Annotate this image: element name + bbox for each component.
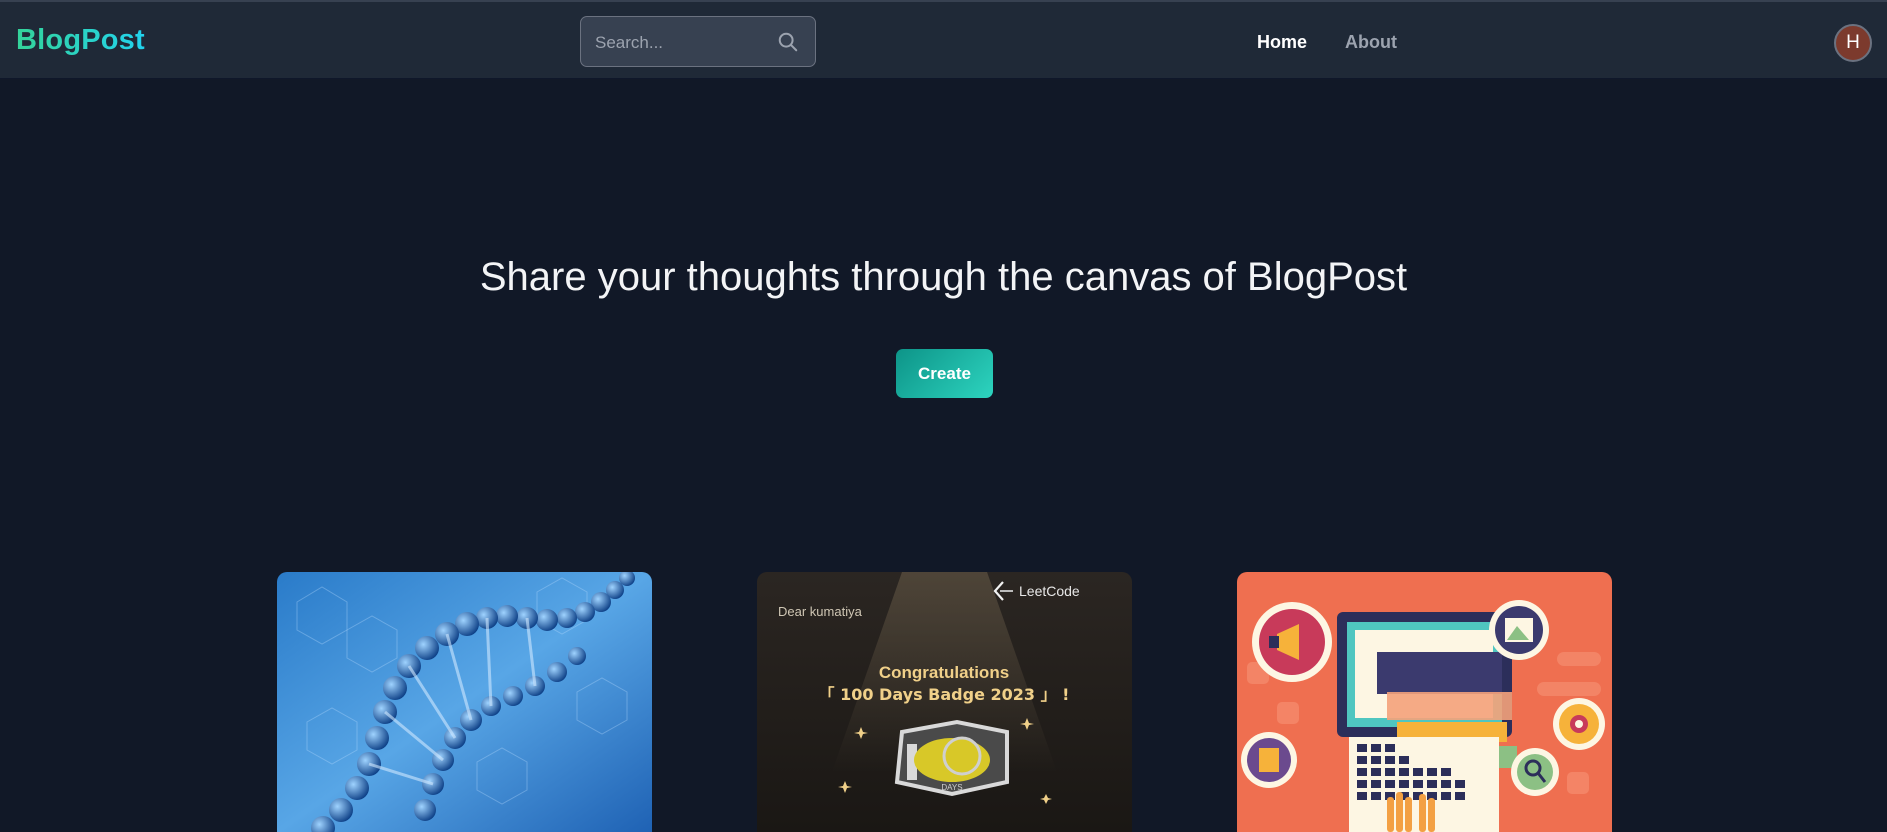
post-card-1[interactable] (277, 572, 652, 832)
top-navbar: BlogPost Home About H (0, 0, 1887, 79)
hero-title: Share your thoughts through the canvas o… (479, 255, 1408, 299)
search-input[interactable] (593, 17, 777, 68)
magnifier-icon (1511, 748, 1559, 796)
user-avatar[interactable]: H (1834, 24, 1872, 62)
dna-helix-image (277, 572, 652, 832)
leetcode-badge-image: LeetCode Dear kumatiya Congratulations 「… (757, 572, 1132, 832)
badge-title-text: 「 100 Days Badge 2023 」 ! (819, 685, 1070, 704)
image-icon (1489, 600, 1549, 660)
post-card-3[interactable] (1237, 572, 1612, 832)
create-button[interactable]: Create (896, 349, 993, 398)
badge-caption: DAYS (941, 783, 962, 792)
leetcode-brand-text: LeetCode (1019, 583, 1080, 599)
megaphone-icon (1252, 602, 1332, 682)
congrats-text: Congratulations (879, 663, 1009, 682)
nav-home-link[interactable]: Home (1257, 32, 1307, 53)
greeting-text: Dear kumatiya (778, 604, 863, 619)
badge-emblem-icon: DAYS (894, 719, 1009, 797)
post-card-2[interactable]: LeetCode Dear kumatiya Congratulations 「… (757, 572, 1132, 832)
book-icon (1241, 732, 1297, 788)
camera-icon (1553, 698, 1605, 750)
search-box (580, 16, 816, 68)
search-icon[interactable] (777, 31, 799, 53)
brand-logo[interactable]: BlogPost (16, 24, 145, 57)
avatar-initial: H (1846, 32, 1860, 53)
digital-marketing-laptop-image (1237, 572, 1612, 832)
nav-about-link[interactable]: About (1345, 32, 1397, 53)
